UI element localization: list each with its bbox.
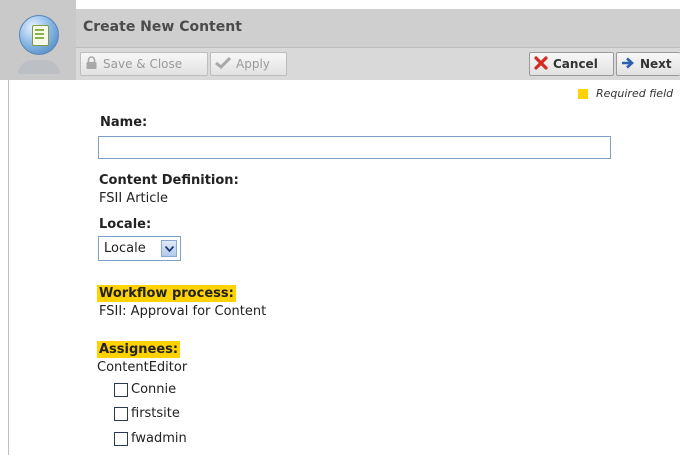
content-definition-value: FSII Article	[99, 191, 169, 206]
assignee-item[interactable]: fwadmin	[114, 431, 187, 446]
apply-label: Apply	[236, 57, 270, 71]
assignee-label: Connie	[131, 382, 177, 397]
content-app-icon	[19, 15, 59, 55]
assignees-label: Assignees:	[97, 341, 181, 358]
next-label: Next	[640, 57, 672, 71]
locale-label: Locale:	[99, 217, 152, 232]
required-note-text: Required field	[596, 87, 674, 100]
lock-icon	[85, 55, 98, 73]
locale-selected-value: Locale	[104, 241, 146, 256]
chevron-down-icon	[161, 240, 177, 257]
x-icon	[534, 55, 548, 73]
apply-button[interactable]: Apply	[210, 52, 287, 76]
locale-select[interactable]: Locale	[98, 236, 181, 261]
assignee-label: firstsite	[131, 406, 180, 421]
next-button[interactable]: Next	[616, 52, 680, 76]
user-silhouette-icon	[18, 60, 60, 74]
gutter-divider	[8, 80, 9, 455]
toolbar: Save & Close Apply Cancel Next	[76, 47, 680, 80]
workflow-process-value: FSII: Approval for Content	[99, 304, 267, 319]
required-field-legend: Required field	[578, 87, 673, 100]
save-close-label: Save & Close	[103, 57, 183, 71]
assignee-item[interactable]: firstsite	[114, 406, 180, 421]
assignees-role: ContentEditor	[97, 360, 188, 375]
page-title: Create New Content	[83, 19, 242, 35]
assignee-checkbox[interactable]	[114, 406, 128, 421]
required-swatch	[578, 88, 588, 99]
save-close-button[interactable]: Save & Close	[80, 52, 208, 76]
cancel-button[interactable]: Cancel	[529, 52, 614, 76]
assignee-checkbox[interactable]	[114, 382, 128, 397]
arrow-right-icon	[621, 57, 635, 72]
title-bar: Create New Content	[76, 9, 680, 47]
assignee-checkbox[interactable]	[114, 431, 128, 446]
checkmark-icon	[215, 56, 232, 72]
cancel-label: Cancel	[553, 57, 598, 71]
assignee-label: fwadmin	[131, 431, 187, 446]
name-field[interactable]	[98, 136, 611, 159]
assignee-item[interactable]: Connie	[114, 382, 176, 397]
workflow-process-label: Workflow process:	[97, 285, 236, 302]
document-icon	[32, 25, 49, 46]
name-label: Name:	[100, 115, 148, 130]
content-definition-label: Content Definition:	[99, 173, 239, 188]
